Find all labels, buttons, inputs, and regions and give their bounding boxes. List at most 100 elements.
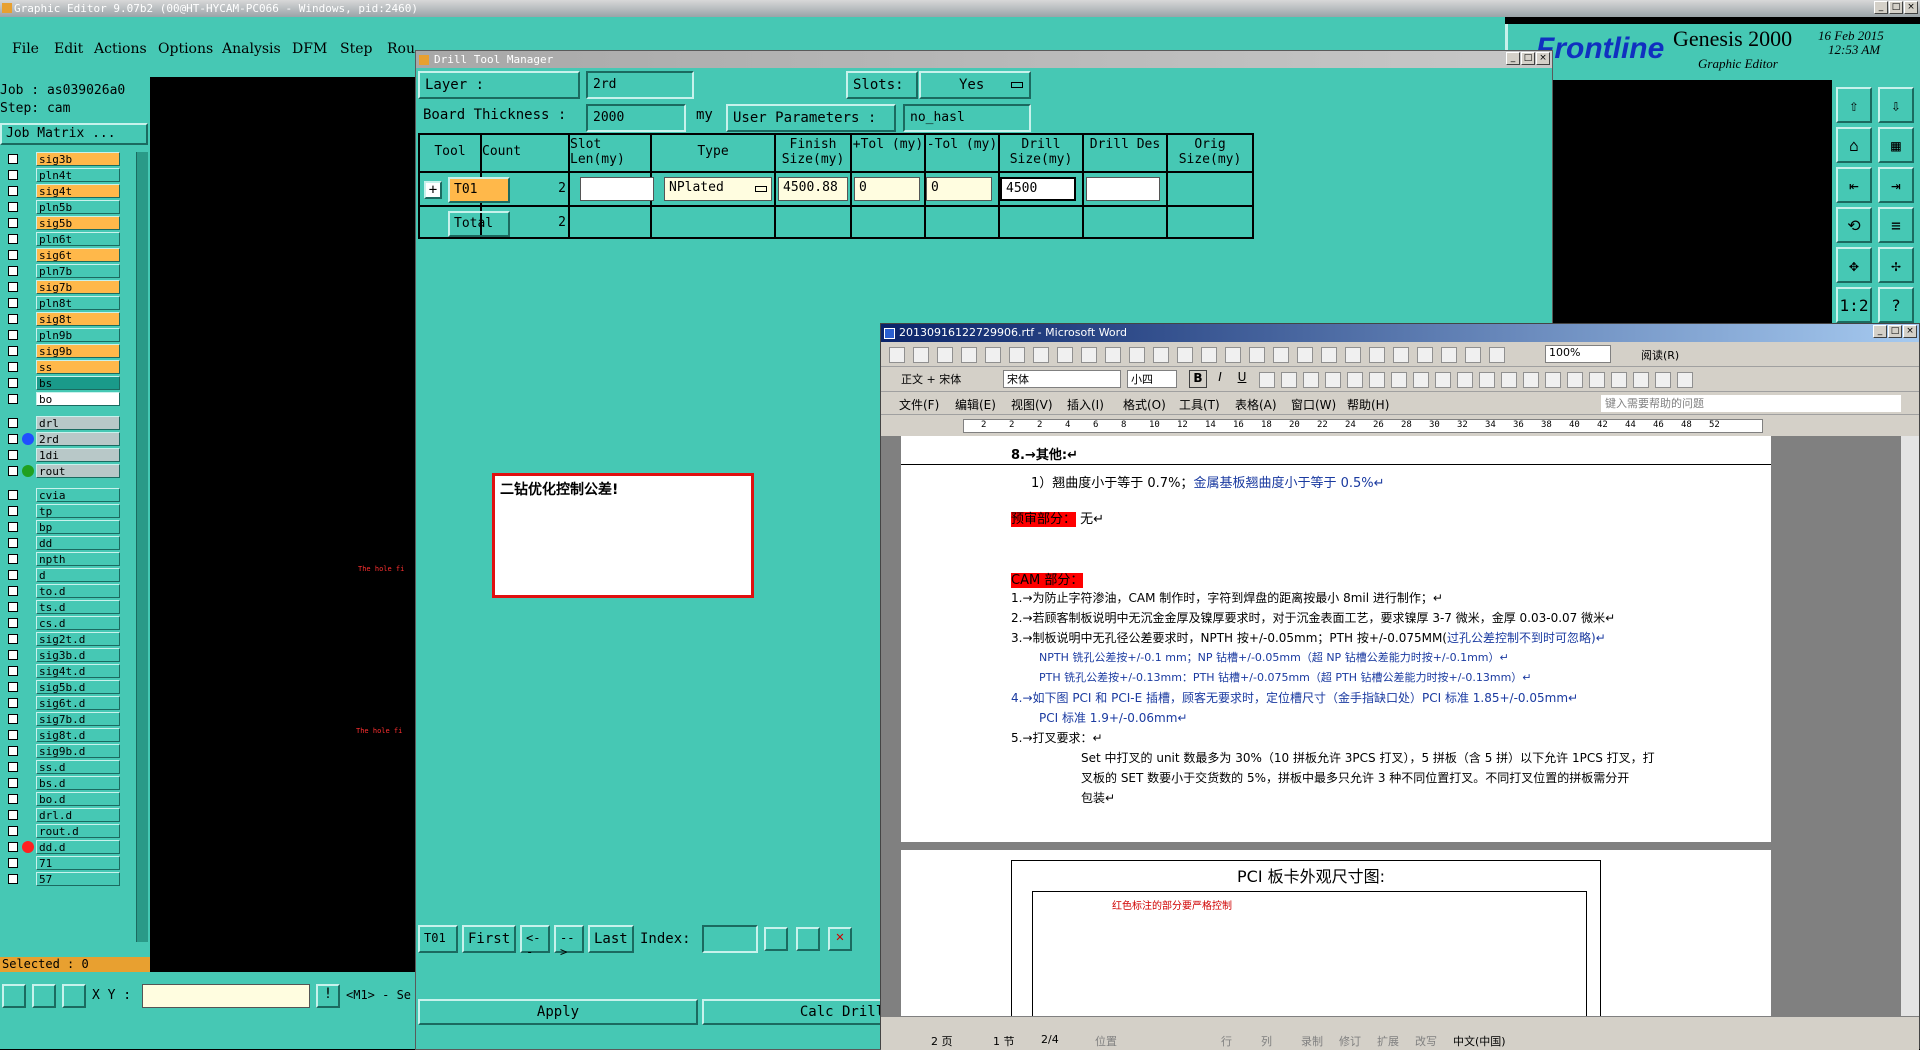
layer-checkbox[interactable] <box>8 234 18 244</box>
layer-row[interactable]: ss <box>0 360 136 374</box>
layer-checkbox[interactable] <box>8 314 18 324</box>
layer-row[interactable]: sig7b.d <box>0 712 136 726</box>
layer-row[interactable]: rout <box>0 464 136 478</box>
toolbar-icon[interactable] <box>1417 347 1433 363</box>
dtm-close-button[interactable]: × <box>1536 52 1550 65</box>
layer-row[interactable]: bo.d <box>0 792 136 806</box>
layer-row[interactable]: cvia <box>0 488 136 502</box>
tool-icon[interactable]: ✥ <box>1836 247 1872 283</box>
toolbar-icon[interactable] <box>937 347 953 363</box>
layer-checkbox[interactable] <box>8 810 18 820</box>
word-menu-item[interactable]: 文件(F) <box>899 396 939 413</box>
dtm-maximize-button[interactable]: □ <box>1521 52 1535 65</box>
toolbar-icon[interactable] <box>1081 347 1097 363</box>
toolbar-icon[interactable] <box>1321 347 1337 363</box>
format-icon[interactable] <box>1325 372 1341 388</box>
layer-row[interactable]: to.d <box>0 584 136 598</box>
menu-dfm[interactable]: DFM <box>292 41 327 57</box>
layer-row[interactable]: dd <box>0 536 136 550</box>
word-close-button[interactable]: × <box>1903 325 1917 338</box>
tool-icon[interactable]: ⇩ <box>1878 87 1914 123</box>
layer-checkbox[interactable] <box>8 154 18 164</box>
layer-row[interactable]: sig7b <box>0 280 136 294</box>
tool-icon[interactable]: ⇧ <box>1836 87 1872 123</box>
layer-row[interactable]: sig6t.d <box>0 696 136 710</box>
delete-icon[interactable]: ✕ <box>828 927 852 951</box>
finish-input[interactable]: 4500.88 <box>778 177 848 201</box>
format-icon[interactable] <box>1479 372 1495 388</box>
layer-row[interactable]: 57 <box>0 872 136 886</box>
layer-checkbox[interactable] <box>8 570 18 580</box>
toolbar-icon[interactable] <box>1345 347 1361 363</box>
layer-checkbox[interactable] <box>8 466 18 476</box>
layer-row[interactable]: sig9b.d <box>0 744 136 758</box>
word-menu-item[interactable]: 帮助(H) <box>1347 396 1389 413</box>
layer-checkbox[interactable] <box>8 714 18 724</box>
format-icon[interactable] <box>1391 372 1407 388</box>
first-button[interactable]: First <box>462 925 516 953</box>
word-vscrollbar[interactable] <box>1901 436 1919 1016</box>
underline-icon[interactable]: U <box>1233 370 1251 388</box>
menu-actions[interactable]: Actions <box>94 41 147 57</box>
layer-scrollbar[interactable] <box>136 152 148 942</box>
layer-row[interactable]: d <box>0 568 136 582</box>
word-menu-item[interactable]: 窗口(W) <box>1291 396 1336 413</box>
slot-len-input[interactable] <box>580 177 654 201</box>
layer-checkbox[interactable] <box>8 250 18 260</box>
layer-row[interactable]: sig2t.d <box>0 632 136 646</box>
layer-checkbox[interactable] <box>8 618 18 628</box>
menu-analysis[interactable]: Analysis <box>222 41 281 57</box>
word-menu-item[interactable]: 表格(A) <box>1235 396 1277 413</box>
layer-row[interactable]: bo <box>0 392 136 406</box>
menu-edit[interactable]: Edit <box>54 41 83 57</box>
toolbar-icon[interactable] <box>1465 347 1481 363</box>
layer-row[interactable]: bs.d <box>0 776 136 790</box>
layer-checkbox[interactable] <box>8 554 18 564</box>
layer-checkbox[interactable] <box>8 362 18 372</box>
layer-checkbox[interactable] <box>8 682 18 692</box>
layer-row[interactable]: ss.d <box>0 760 136 774</box>
layer-row[interactable]: tp <box>0 504 136 518</box>
layer-checkbox[interactable] <box>8 394 18 404</box>
plus-tol-input[interactable]: 0 <box>854 177 920 201</box>
layer-checkbox[interactable] <box>8 634 18 644</box>
layer-checkbox[interactable] <box>8 418 18 428</box>
user-params-value[interactable]: no_hasl <box>903 104 1031 132</box>
layer-value[interactable]: 2rd <box>586 71 694 99</box>
format-icon[interactable] <box>1347 372 1363 388</box>
toolbar-icon[interactable] <box>985 347 1001 363</box>
layer-row[interactable]: pln6t <box>0 232 136 246</box>
toolbar-icon[interactable] <box>1033 347 1049 363</box>
layer-row[interactable]: sig5b.d <box>0 680 136 694</box>
format-icon[interactable] <box>1435 372 1451 388</box>
toolbar-icon[interactable] <box>1201 347 1217 363</box>
toolbar-icon[interactable] <box>1129 347 1145 363</box>
format-icon[interactable] <box>1413 372 1429 388</box>
layer-checkbox[interactable] <box>8 538 18 548</box>
tool-icon[interactable]: ≡ <box>1878 207 1914 243</box>
word-maximize-button[interactable]: □ <box>1888 325 1902 338</box>
minus-tol-input[interactable]: 0 <box>926 177 992 201</box>
word-minimize-button[interactable]: _ <box>1873 325 1887 338</box>
italic-icon[interactable]: I <box>1211 370 1229 388</box>
layer-checkbox[interactable] <box>8 170 18 180</box>
toolbar-icon[interactable] <box>1153 347 1169 363</box>
toolbar-icon[interactable] <box>889 347 905 363</box>
layer-row[interactable]: bp <box>0 520 136 534</box>
word-menu-item[interactable]: 视图(V) <box>1011 396 1053 413</box>
layer-checkbox[interactable] <box>8 698 18 708</box>
format-icon[interactable] <box>1303 372 1319 388</box>
layer-checkbox[interactable] <box>8 778 18 788</box>
close-button[interactable]: × <box>1904 1 1918 14</box>
layer-checkbox[interactable] <box>8 730 18 740</box>
drill-des-input[interactable] <box>1086 177 1160 201</box>
format-icon[interactable] <box>1501 372 1517 388</box>
tool-icon[interactable]: ⇤ <box>1836 167 1872 203</box>
layer-checkbox[interactable] <box>8 746 18 756</box>
format-icon[interactable] <box>1655 372 1671 388</box>
layer-checkbox[interactable] <box>8 842 18 852</box>
layer-row[interactable]: ts.d <box>0 600 136 614</box>
layer-row[interactable]: sig9b <box>0 344 136 358</box>
word-menu-item[interactable]: 编辑(E) <box>955 396 996 413</box>
bold-icon[interactable]: B <box>1189 370 1207 388</box>
